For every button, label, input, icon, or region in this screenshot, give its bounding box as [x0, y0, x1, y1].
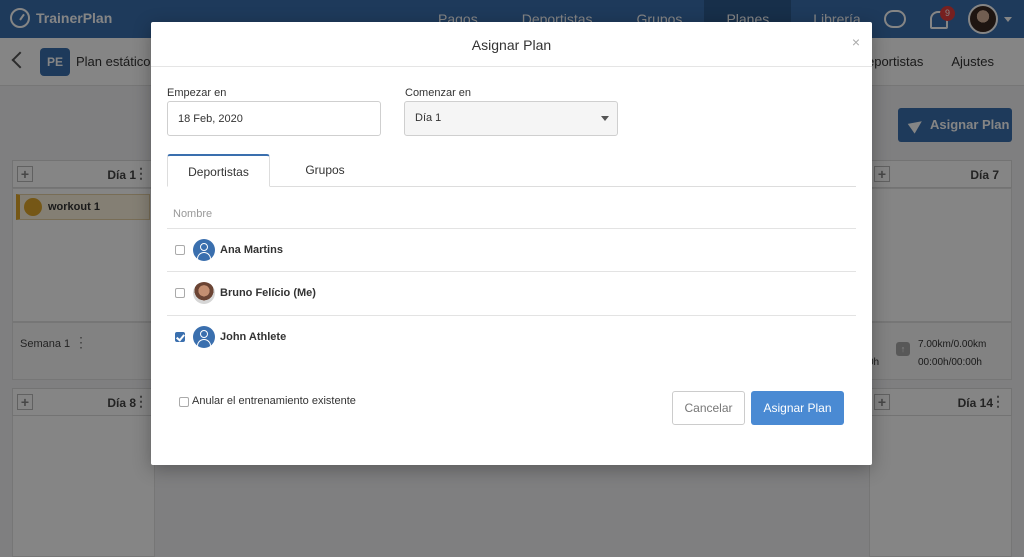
- modal-title: Asignar Plan: [471, 37, 552, 53]
- athlete-name: John Athlete: [220, 331, 287, 343]
- modal-header: Asignar Plan ×: [151, 22, 872, 67]
- user-icon: [193, 326, 215, 348]
- assign-plan-button[interactable]: Asignar Plan: [751, 391, 844, 425]
- athlete-name: Bruno Felício (Me): [220, 287, 316, 299]
- override-option[interactable]: Anular el entrenamiento existente: [179, 395, 356, 407]
- caret-down-icon: [601, 116, 609, 121]
- assign-plan-modal: Asignar Plan × Empezar en Comenzar en Dí…: [151, 22, 872, 465]
- begin-day-label: Comenzar en: [405, 87, 472, 99]
- assign-tabs: Deportistas Grupos: [167, 154, 856, 187]
- begin-day-select[interactable]: Día 1: [404, 101, 618, 136]
- tab-deportistas[interactable]: Deportistas: [167, 154, 270, 187]
- tab-grupos[interactable]: Grupos: [285, 154, 365, 187]
- cancel-button[interactable]: Cancelar: [672, 391, 745, 425]
- override-label: Anular el entrenamiento existente: [192, 395, 356, 407]
- user-icon: [193, 239, 215, 261]
- start-date-label: Empezar en: [167, 87, 227, 99]
- column-header-name: Nombre: [173, 208, 213, 220]
- close-icon[interactable]: ×: [852, 34, 860, 50]
- table-row[interactable]: John Athlete: [167, 316, 856, 359]
- athlete-checkbox-checked[interactable]: [175, 332, 185, 342]
- override-checkbox[interactable]: [179, 397, 189, 407]
- table-row[interactable]: Bruno Felício (Me): [167, 272, 856, 315]
- begin-day-value: Día 1: [415, 112, 442, 124]
- start-date-input[interactable]: [167, 101, 381, 136]
- athlete-name: Ana Martins: [220, 244, 283, 256]
- athlete-photo: [193, 282, 215, 304]
- athlete-checkbox[interactable]: [175, 245, 185, 255]
- table-row[interactable]: Ana Martins: [167, 229, 856, 272]
- athlete-checkbox[interactable]: [175, 288, 185, 298]
